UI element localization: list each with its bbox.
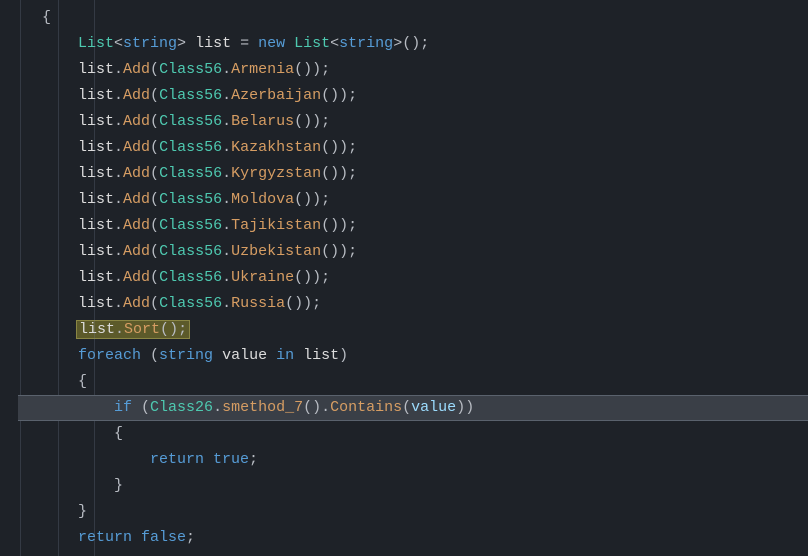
code-line: list.Add(Class56.Belarus());	[18, 109, 808, 135]
indent-guide	[20, 0, 21, 556]
code-line: {	[18, 421, 808, 447]
indent-guide	[94, 0, 95, 556]
code-line: }	[18, 499, 808, 525]
code-line: list.Add(Class56.Azerbaijan());	[18, 83, 808, 109]
code-line: list.Add(Class56.Ukraine());	[18, 265, 808, 291]
code-line: return false;	[18, 525, 808, 551]
code-line: list.Add(Class56.Tajikistan());	[18, 213, 808, 239]
code-line: list.Add(Class56.Kazakhstan());	[18, 135, 808, 161]
code-line: list.Add(Class56.Uzbekistan());	[18, 239, 808, 265]
code-line: {	[18, 5, 808, 31]
indent-guide	[58, 0, 59, 556]
code-line: list.Add(Class56.Armenia());	[18, 57, 808, 83]
code-line-sort: list.Sort();	[18, 317, 808, 343]
code-line: List<string> list = new List<string>();	[18, 31, 808, 57]
current-line: if (Class26.smethod_7().Contains(value))	[18, 395, 808, 421]
code-line: {	[18, 369, 808, 395]
code-line: list.Add(Class56.Kyrgyzstan());	[18, 161, 808, 187]
code-line: foreach (string value in list)	[18, 343, 808, 369]
code-line: return true;	[18, 447, 808, 473]
code-editor[interactable]: { List<string> list = new List<string>()…	[0, 0, 808, 556]
code-line: }	[18, 473, 808, 499]
code-line: list.Add(Class56.Moldova());	[18, 187, 808, 213]
brace: {	[42, 9, 51, 26]
code-line: list.Add(Class56.Russia());	[18, 291, 808, 317]
